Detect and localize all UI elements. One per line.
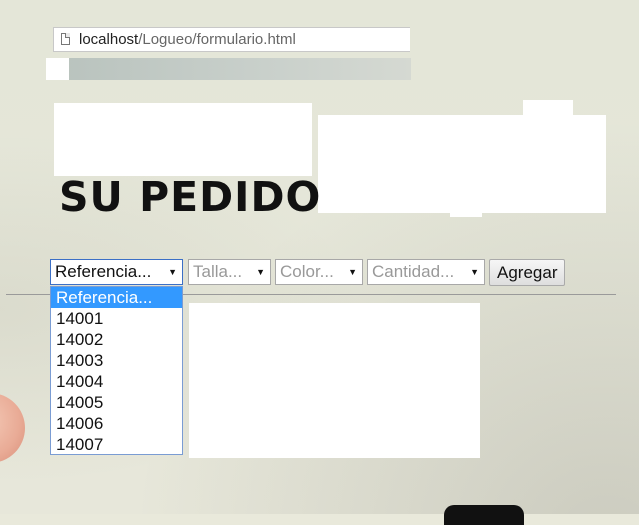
page-title: SU PEDIDO — [59, 173, 322, 221]
header-image-left — [54, 103, 312, 176]
url-text: localhost/Logueo/formulario.html — [79, 31, 296, 48]
header-image-tab — [523, 100, 573, 118]
chevron-down-icon: ▼ — [348, 267, 357, 277]
dropdown-option[interactable]: 14001 — [51, 308, 182, 329]
referencia-select[interactable]: Referencia... ▼ — [50, 259, 183, 285]
dropdown-option[interactable]: 14002 — [51, 329, 182, 350]
banner-image — [46, 58, 411, 80]
cantidad-select[interactable]: Cantidad... ▼ — [367, 259, 485, 285]
chevron-down-icon: ▼ — [470, 267, 479, 277]
chevron-down-icon: ▼ — [168, 267, 177, 277]
address-bar[interactable]: localhost/Logueo/formulario.html — [53, 27, 410, 52]
referencia-dropdown-list[interactable]: Referencia... 14001 14002 14003 14004 14… — [50, 286, 183, 455]
cantidad-select-value: Cantidad... — [372, 262, 455, 281]
color-select-value: Color... — [280, 262, 334, 281]
document-icon — [61, 33, 70, 45]
dark-shape — [444, 505, 524, 525]
dropdown-option[interactable]: 14007 — [51, 434, 182, 455]
dropdown-option[interactable]: 14004 — [51, 371, 182, 392]
referencia-select-value: Referencia... — [55, 262, 152, 281]
talla-select[interactable]: Talla... ▼ — [188, 259, 271, 285]
color-select[interactable]: Color... ▼ — [275, 259, 363, 285]
dropdown-option[interactable]: 14005 — [51, 392, 182, 413]
banner-block — [46, 58, 69, 80]
chevron-down-icon: ▼ — [256, 267, 265, 277]
dropdown-option[interactable]: 14003 — [51, 350, 182, 371]
talla-select-value: Talla... — [193, 262, 243, 281]
dropdown-option[interactable]: Referencia... — [51, 287, 182, 308]
dropdown-option[interactable]: 14006 — [51, 413, 182, 434]
order-list-panel — [189, 303, 480, 458]
add-button[interactable]: Agregar — [489, 259, 566, 286]
header-image-notch — [450, 205, 482, 217]
header-image-right — [318, 115, 606, 213]
